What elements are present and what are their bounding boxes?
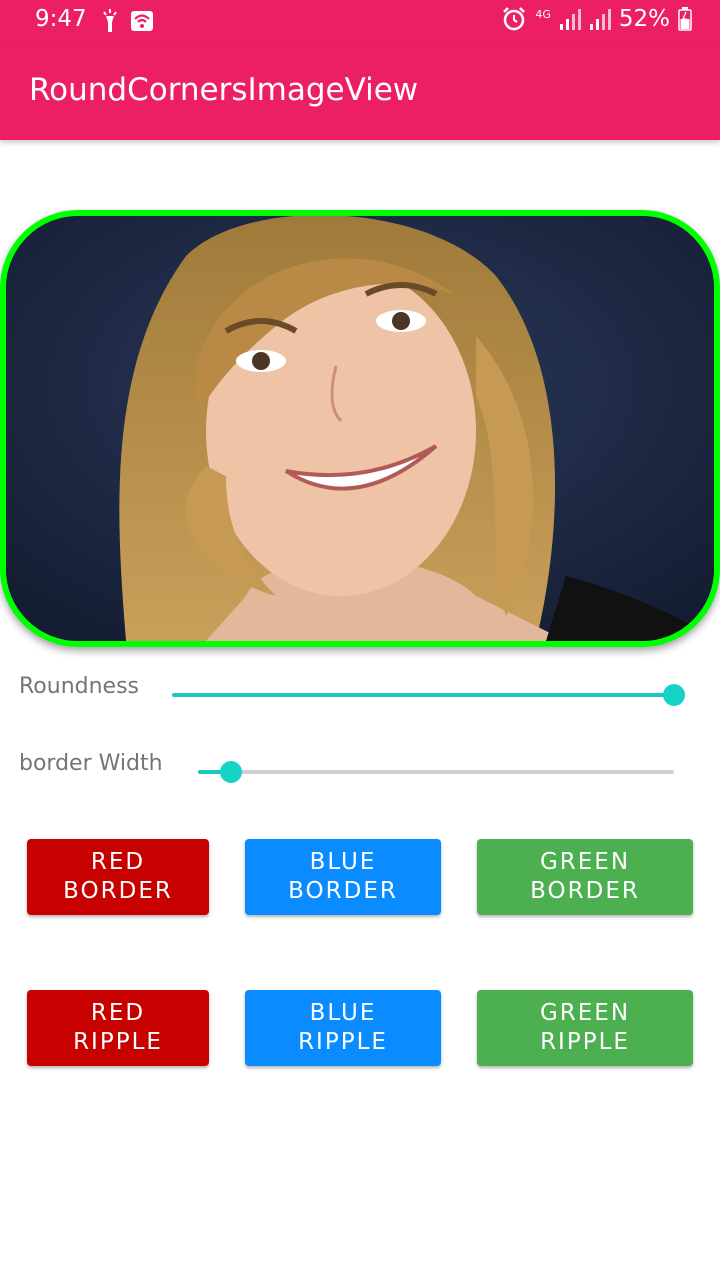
network-type: 4G (535, 8, 551, 21)
status-left-icons (100, 8, 154, 34)
battery-icon (678, 7, 692, 31)
blue-border-button[interactable]: BLUE BORDER (245, 839, 441, 915)
roundness-label: Roundness (19, 674, 140, 699)
round-corners-image (0, 210, 720, 647)
status-right: 4G 52% (501, 6, 692, 32)
border-width-label: border Width (19, 751, 163, 776)
green-ripple-button[interactable]: GREEN RIPPLE (477, 990, 693, 1066)
red-border-button[interactable]: RED BORDER (27, 839, 209, 915)
portrait-photo (6, 216, 714, 641)
slider-thumb[interactable] (220, 761, 243, 783)
status-time: 9:47 (35, 6, 87, 32)
green-border-button[interactable]: GREEN BORDER (477, 839, 693, 915)
signal-icon (589, 9, 611, 30)
roundness-slider[interactable] (172, 677, 685, 713)
slider-fill (172, 693, 674, 697)
red-ripple-button[interactable]: RED RIPPLE (27, 990, 209, 1066)
status-bar: 9:47 4G 52% (0, 0, 720, 44)
slider-track (198, 770, 674, 774)
blue-ripple-button[interactable]: BLUE RIPPLE (245, 990, 441, 1066)
border-width-slider[interactable] (198, 754, 674, 790)
app-title: RoundCornersImageView (29, 72, 419, 108)
wifi-icon (131, 11, 153, 31)
slider-thumb[interactable] (663, 684, 685, 706)
alarm-icon (503, 7, 526, 31)
battery-percent: 52% (618, 6, 670, 32)
app-bar: RoundCornersImageView (0, 44, 720, 140)
flashlight-icon (103, 9, 117, 32)
signal-icon (559, 9, 581, 30)
